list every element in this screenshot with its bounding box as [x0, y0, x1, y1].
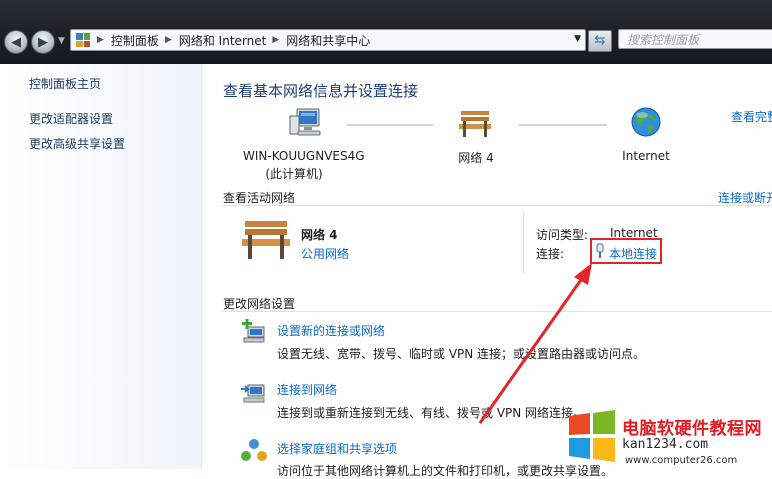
computer-icon	[289, 108, 321, 136]
refresh-button[interactable]: ⇆	[588, 30, 612, 52]
forward-button[interactable]: ▶	[31, 30, 55, 54]
recent-pages-button[interactable]: ▼	[58, 36, 65, 46]
connect-to-network-link[interactable]: 连接到网络	[277, 381, 337, 398]
window-toolbar: ◀ ▶ ▼ ▶ 控制面板 ▶ 网络和 Internet ▶ 网络和共享中心 ▼ …	[0, 0, 772, 64]
map-connector-line	[519, 124, 607, 126]
task-description: 访问位于其他网络计算机上的文件和打印机，或更改共享设置。	[277, 464, 614, 478]
homegroup-sharing-link[interactable]: 选择家庭组和共享选项	[277, 440, 397, 457]
left-task-pane: 控制面板主页 更改适配器设置 更改高级共享设置	[0, 64, 202, 469]
view-full-map-link[interactable]: 查看完整	[731, 108, 772, 125]
refresh-icon: ⇆	[594, 33, 606, 48]
chevron-right-icon[interactable]: ▶	[162, 35, 176, 45]
internet-label: Internet	[622, 149, 670, 163]
globe-icon	[631, 107, 661, 137]
page-title: 查看基本网络信息并设置连接	[223, 82, 419, 100]
divider	[222, 205, 772, 206]
connect-disconnect-link[interactable]: 连接或断开	[718, 189, 772, 206]
network-location-link[interactable]: 公用网络	[301, 245, 349, 262]
breadcrumb-control-panel[interactable]: 控制面板	[108, 32, 162, 49]
bench-icon	[242, 221, 290, 259]
network-name-label: 网络 4	[458, 151, 494, 165]
control-panel-icon	[76, 33, 90, 47]
watermark-url: www.computer26.com	[625, 455, 738, 466]
chevron-right-icon[interactable]: ▶	[94, 35, 108, 45]
map-connector-line	[347, 124, 433, 126]
breadcrumb-network-internet[interactable]: 网络和 Internet	[176, 32, 269, 49]
new-connection-icon	[242, 319, 265, 343]
this-computer-label: (此计算机)	[265, 167, 323, 181]
setup-new-connection-link[interactable]: 设置新的连接或网络	[277, 322, 385, 339]
change-advanced-sharing-link[interactable]: 更改高级共享设置	[29, 135, 125, 152]
change-adapter-settings-link[interactable]: 更改适配器设置	[29, 110, 113, 127]
computer-name-label: WIN-KOUUGNVES4G	[243, 149, 365, 163]
address-bar[interactable]: ▶ 控制面板 ▶ 网络和 Internet ▶ 网络和共享中心 ▼	[70, 29, 586, 51]
chevron-down-icon[interactable]: ▼	[574, 34, 581, 44]
site-watermark: 电脑软硬件教程网 kan1234.com www.computer26.com	[565, 406, 772, 469]
bench-icon	[459, 111, 491, 137]
arrow-right-icon: ▶	[38, 34, 48, 50]
homegroup-icon	[241, 439, 267, 461]
control-panel-home-link[interactable]: 控制面板主页	[29, 75, 101, 92]
search-input[interactable]: 搜索控制面板	[618, 29, 772, 49]
access-type-label: 访问类型:	[536, 228, 589, 242]
annotation-arrow	[478, 263, 592, 424]
local-connection-link[interactable]: 本地连接	[609, 245, 657, 262]
watermark-title: 电脑软硬件教程网	[622, 419, 762, 439]
active-network-name: 网络 4	[301, 228, 338, 242]
arrow-left-icon: ◀	[11, 34, 21, 50]
active-networks-heading: 查看活动网络	[223, 191, 296, 205]
connect-network-icon	[241, 384, 265, 403]
back-button[interactable]: ◀	[4, 30, 28, 54]
chevron-right-icon[interactable]: ▶	[269, 35, 283, 45]
breadcrumb-network-sharing-center[interactable]: 网络和共享中心	[283, 32, 373, 49]
watermark-url: kan1234.com	[622, 437, 709, 452]
windows-logo-icon	[569, 410, 615, 462]
change-settings-heading: 更改网络设置	[223, 297, 296, 311]
